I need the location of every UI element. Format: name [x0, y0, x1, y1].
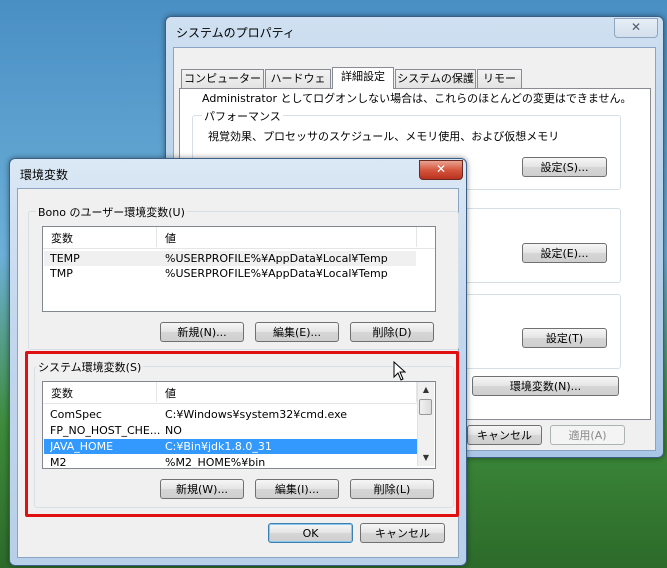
user-var-value: %USERPROFILE%¥AppData¥Local¥Temp	[165, 252, 388, 265]
system-properties-cancel-button[interactable]: キャンセル	[467, 425, 542, 445]
admin-note: Administrator としてログオンしない場合は、これらのほとんどの変更は…	[202, 92, 632, 105]
environment-variables-close-button[interactable]: ✕	[419, 160, 463, 180]
table-row[interactable]: FP_NO_HOST_CHE... NO	[44, 423, 417, 438]
system-variables-scrollbar[interactable]: ▲ ▼	[417, 382, 434, 466]
system-col-variable[interactable]: 変数	[51, 385, 73, 401]
user-edit-button[interactable]: 編集(E)...	[255, 322, 339, 342]
user-col-value[interactable]: 値	[165, 230, 176, 246]
system-var-value: NO	[165, 424, 182, 437]
tab-system-protection[interactable]: システムの保護	[395, 69, 476, 88]
user-new-button[interactable]: 新規(N)...	[160, 322, 244, 342]
scrollbar-thumb[interactable]	[419, 399, 432, 415]
table-row[interactable]: TMP %USERPROFILE%¥AppData¥Local¥Temp	[44, 266, 416, 281]
user-col-variable[interactable]: 変数	[51, 230, 73, 246]
tab-computer-name[interactable]: コンピューター名	[181, 69, 264, 103]
user-variables-list[interactable]: 変数 値 TEMP %USERPROFILE%¥AppData¥Local¥Te…	[42, 226, 436, 312]
system-var-value: C:¥Bin¥jdk1.8.0_31	[165, 440, 272, 453]
system-var-name: ComSpec	[50, 408, 102, 421]
user-var-name: TEMP	[50, 252, 80, 265]
system-variables-header: 変数 値	[43, 382, 418, 404]
apply-button[interactable]: 適用(A)	[550, 425, 625, 445]
system-edit-button[interactable]: 編集(I)...	[255, 479, 339, 499]
tab-advanced[interactable]: 詳細設定	[332, 67, 394, 89]
table-row[interactable]: ComSpec C:¥Windows¥system32¥cmd.exe	[44, 407, 417, 422]
performance-group-label: パフォーマンス	[202, 108, 283, 124]
mouse-cursor-icon	[393, 361, 407, 381]
performance-settings-button[interactable]: 設定(S)...	[522, 157, 607, 177]
tab-remote[interactable]: リモート	[477, 69, 522, 103]
user-delete-button[interactable]: 削除(D)	[350, 322, 434, 342]
table-row[interactable]: TEMP %USERPROFILE%¥AppData¥Local¥Temp	[44, 251, 416, 266]
table-row-selected[interactable]: JAVA_HOME C:¥Bin¥jdk1.8.0_31	[44, 439, 417, 454]
system-properties-title: システムのプロパティ	[176, 26, 295, 40]
startup-recovery-settings-button[interactable]: 設定(T)	[522, 328, 607, 348]
system-col-value[interactable]: 値	[165, 385, 176, 401]
column-separator	[156, 382, 157, 402]
system-delete-button[interactable]: 削除(L)	[350, 479, 434, 499]
column-separator	[156, 227, 157, 247]
user-profiles-settings-button[interactable]: 設定(E)...	[522, 243, 607, 263]
scroll-up-icon[interactable]: ▲	[418, 382, 434, 398]
system-var-value: %M2_HOME%¥bin	[165, 456, 266, 469]
system-var-name: JAVA_HOME	[50, 440, 114, 453]
environment-variables-button[interactable]: 環境変数(N)...	[472, 376, 619, 396]
user-variables-group-label: Bono のユーザー環境変数(U)	[36, 204, 187, 220]
environment-variables-cancel-button[interactable]: キャンセル	[360, 523, 445, 543]
scroll-down-icon[interactable]: ▼	[418, 450, 434, 466]
system-var-name: M2	[50, 456, 67, 469]
user-var-name: TMP	[50, 267, 73, 280]
system-new-button[interactable]: 新規(W)...	[160, 479, 244, 499]
user-variables-header: 変数 値	[43, 227, 435, 249]
performance-description: 視覚効果、プロセッサのスケジュール、メモリ使用、および仮想メモリ	[208, 130, 560, 143]
system-var-value: C:¥Windows¥system32¥cmd.exe	[165, 408, 348, 421]
tab-hardware[interactable]: ハードウェア	[265, 69, 331, 103]
ok-button[interactable]: OK	[268, 523, 353, 543]
user-var-value: %USERPROFILE%¥AppData¥Local¥Temp	[165, 267, 388, 280]
environment-variables-title: 環境変数	[20, 168, 69, 182]
system-var-name: FP_NO_HOST_CHE...	[50, 424, 160, 437]
system-variables-list[interactable]: 変数 値 ComSpec C:¥Windows¥system32¥cmd.exe…	[42, 381, 436, 469]
system-properties-close-button[interactable]: ✕	[614, 18, 658, 38]
system-variables-group-label: システム環境変数(S)	[36, 359, 144, 375]
table-row[interactable]: M2 %M2_HOME%¥bin	[44, 455, 417, 469]
column-separator	[416, 227, 417, 247]
